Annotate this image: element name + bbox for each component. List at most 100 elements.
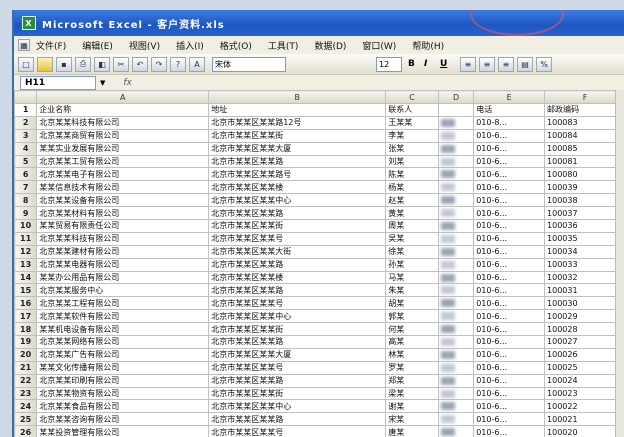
cell-address[interactable]: 北京市某某区某某街	[208, 386, 387, 401]
cell-phone[interactable]: 010-6...	[473, 257, 546, 272]
cell-zip[interactable]: 100022	[544, 399, 624, 414]
cell-zip[interactable]: 100083	[544, 115, 624, 130]
row-number[interactable]: 2	[14, 115, 38, 130]
menu-tools[interactable]: 工具(T)	[268, 39, 299, 52]
cell-address[interactable]: 北京市某某区某某号	[208, 360, 387, 375]
redo-icon[interactable]: ↷	[151, 56, 167, 72]
cell-zip[interactable]: 100030	[544, 296, 624, 311]
cell-zip[interactable]: 100025	[544, 360, 624, 375]
cell-address[interactable]: 北京市某某区某某号	[208, 231, 387, 246]
menu-data[interactable]: 数据(D)	[314, 39, 346, 52]
menu-file[interactable]: 文件(F)	[36, 39, 66, 52]
menu-view[interactable]: 视图(V)	[129, 39, 160, 52]
row-number[interactable]: 12	[14, 244, 38, 259]
cell-phone[interactable]: 010-6...	[473, 206, 546, 221]
cell-company[interactable]: 北京某某软件有限公司	[36, 309, 210, 324]
cell-phone[interactable]: 010-6...	[473, 141, 546, 156]
cell-company[interactable]: 北京某某电子有限公司	[36, 167, 210, 182]
cell-zip[interactable]: 100028	[544, 322, 624, 337]
cell-address[interactable]: 北京市某某区某某路12号	[208, 115, 387, 130]
row-number[interactable]: 4	[14, 141, 38, 156]
cell-redacted[interactable]	[437, 180, 475, 195]
cell-phone[interactable]: 010-6...	[473, 373, 546, 388]
cell-contact[interactable]: 徐某	[385, 244, 439, 259]
cell-company[interactable]: 某某贸易有限责任公司	[36, 219, 210, 233]
cell-phone[interactable]: 010-6...	[473, 180, 546, 195]
cell-zip[interactable]: 100039	[544, 180, 624, 195]
cell-address[interactable]: 北京市某某区某某楼	[208, 180, 387, 195]
cell-company[interactable]: 某某办公用品有限公司	[36, 270, 210, 285]
cell-contact[interactable]: 陈某	[385, 167, 439, 182]
cell-company[interactable]: 北京某某建材有限公司	[36, 244, 210, 259]
cell-contact[interactable]: 黄某	[385, 206, 439, 221]
new-file-icon[interactable]: □	[18, 56, 34, 72]
cell-company[interactable]: 某某信息技术有限公司	[36, 180, 210, 195]
cell-zip[interactable]: 100029	[544, 309, 624, 324]
vertical-scrollbar[interactable]	[615, 90, 624, 437]
cell-zip[interactable]: 100021	[544, 412, 624, 427]
cell-zip[interactable]: 100085	[544, 141, 624, 156]
underline-button[interactable]: U	[440, 59, 450, 69]
cell-phone[interactable]: 010-6...	[473, 219, 546, 233]
cell-contact[interactable]: 宋某	[385, 412, 439, 427]
cell-contact[interactable]: 朱某	[385, 283, 439, 298]
cell-phone[interactable]: 010-6...	[473, 386, 546, 401]
cell-company[interactable]: 北京某某工程有限公司	[36, 296, 210, 311]
cell-company[interactable]: 北京某某设备有限公司	[36, 193, 210, 208]
name-box-dropdown-icon[interactable]: ▼	[100, 79, 105, 87]
font-name-select[interactable]: 宋体	[212, 56, 286, 72]
cell-zip[interactable]: 100031	[544, 283, 624, 298]
cell-zip[interactable]: 100032	[544, 270, 624, 285]
cell-redacted[interactable]	[437, 115, 475, 130]
currency-icon[interactable]: %	[536, 56, 552, 72]
cell-redacted[interactable]	[437, 373, 475, 388]
cell-company[interactable]: 北京某某网络有限公司	[36, 335, 210, 349]
row-number[interactable]: 22	[14, 373, 38, 388]
cell-address[interactable]: 北京市某某区某某街	[208, 128, 387, 143]
undo-icon[interactable]: ↶	[132, 56, 148, 72]
cell-address[interactable]: 北京市某某区某某大厦	[208, 141, 387, 156]
cell-redacted[interactable]	[437, 322, 475, 337]
cell-phone[interactable]: 010-6...	[473, 335, 546, 349]
cell-contact[interactable]: 谢某	[385, 399, 439, 414]
menu-insert[interactable]: 插入(I)	[176, 39, 204, 52]
row-number[interactable]: 15	[14, 283, 38, 298]
cell-zip[interactable]: 100036	[544, 219, 624, 233]
cell-address[interactable]: 北京市某某区某某街	[208, 322, 387, 337]
cell-redacted[interactable]	[437, 347, 475, 362]
cell-phone[interactable]: 010-6...	[473, 270, 546, 285]
name-box[interactable]: H11	[20, 76, 96, 90]
cell-redacted[interactable]	[437, 412, 475, 427]
cell-phone[interactable]: 010-6...	[473, 244, 546, 259]
row-number[interactable]: 21	[14, 360, 38, 375]
row-number[interactable]: 8	[14, 193, 38, 208]
row-number[interactable]: 20	[14, 347, 38, 362]
cell-redacted[interactable]	[437, 193, 475, 208]
cell-zip[interactable]: 100035	[544, 231, 624, 246]
cell-address[interactable]: 北京市某某区某某街	[208, 219, 387, 233]
row-number[interactable]: 6	[14, 167, 38, 182]
menu-edit[interactable]: 编辑(E)	[82, 39, 113, 52]
row-number[interactable]: 16	[14, 296, 38, 311]
cell-company[interactable]: 北京某某咨询有限公司	[36, 412, 210, 427]
cell-company[interactable]: 北京某某服务中心	[36, 283, 210, 298]
cell-header-company[interactable]: 企业名称	[36, 103, 210, 117]
cell-address[interactable]: 北京市某某区某某大厦	[208, 347, 387, 362]
cell-redacted[interactable]	[437, 206, 475, 221]
cell-contact[interactable]: 刘某	[385, 154, 439, 169]
cell-zip[interactable]: 100038	[544, 193, 624, 208]
cell-redacted[interactable]	[437, 386, 475, 401]
row-number[interactable]: 25	[14, 412, 38, 427]
cell-phone[interactable]: 010-6...	[473, 296, 546, 311]
print-icon[interactable]: ⎙	[75, 56, 91, 72]
cell-contact[interactable]: 胡某	[385, 296, 439, 311]
cell-contact[interactable]: 王某某	[385, 115, 439, 130]
cell-company[interactable]: 北京某某物资有限公司	[36, 386, 210, 401]
cell-phone[interactable]: 010-6...	[473, 231, 546, 246]
cell-redacted[interactable]	[437, 167, 475, 182]
row-number[interactable]: 7	[14, 180, 38, 195]
cell-contact[interactable]: 梁某	[385, 386, 439, 401]
cell-zip[interactable]: 100024	[544, 373, 624, 388]
cell-contact[interactable]: 何某	[385, 322, 439, 337]
cell-contact[interactable]: 唐某	[385, 425, 439, 437]
